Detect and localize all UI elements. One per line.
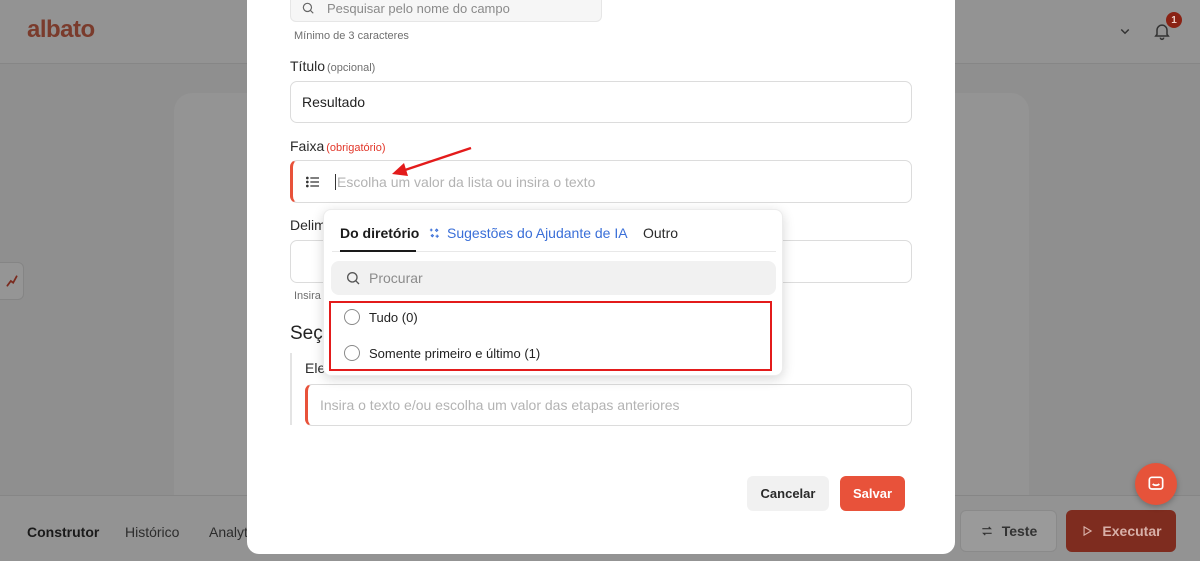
delimiter-field-label: Delim [290, 217, 326, 233]
title-input-value: Resultado [302, 94, 366, 110]
dropdown-search-placeholder: Procurar [369, 270, 423, 286]
test-button-label: Teste [1001, 523, 1038, 539]
dropdown-search-input[interactable]: Procurar [331, 261, 776, 295]
section-divider [290, 353, 292, 425]
cancel-button[interactable]: Cancelar [747, 476, 829, 511]
range-field-label: Faixa (obrigatório) [290, 138, 386, 154]
element-input-placeholder: Insira o texto e/ou escolha um valor das… [320, 397, 680, 413]
option-first-last[interactable]: Somente primeiro e último (1) [344, 345, 540, 361]
title-input[interactable]: Resultado [290, 81, 912, 123]
test-button[interactable]: Teste [960, 510, 1057, 552]
chat-icon [1148, 476, 1164, 490]
option-tudo[interactable]: Tudo (0) [344, 309, 418, 325]
save-button[interactable]: Salvar [840, 476, 905, 511]
play-icon [1083, 525, 1093, 537]
dropdown-tabs: Do diretório Sugestões do Ajudante de IA… [332, 210, 776, 252]
delimiter-helper-text: Insira [294, 290, 321, 302]
notification-badge: 1 [1166, 12, 1182, 28]
pen-icon [5, 275, 18, 287]
search-icon [302, 2, 314, 14]
run-button[interactable]: Executar [1066, 510, 1176, 552]
sparkle-icon [429, 227, 439, 238]
tab-other[interactable]: Outro [643, 225, 678, 241]
title-field-label: Título (opcional) [290, 58, 376, 74]
list-icon[interactable] [305, 174, 321, 190]
tab-analytics[interactable]: Analyt [209, 524, 248, 540]
highlighted-options-box: Tudo (0) Somente primeiro e último (1) [329, 301, 772, 371]
tab-construtor[interactable]: Construtor [27, 524, 99, 540]
active-tab-indicator [340, 250, 416, 252]
element-input[interactable]: Insira o texto e/ou escolha um valor das… [305, 384, 912, 426]
search-icon [347, 272, 360, 285]
range-input-placeholder: Escolha um valor da lista ou insira o te… [337, 173, 596, 190]
value-picker-dropdown: Do diretório Sugestões do Ajudante de IA… [323, 209, 783, 376]
option-label: Tudo (0) [369, 309, 418, 325]
text-caret [335, 173, 336, 190]
run-button-label: Executar [1102, 523, 1162, 539]
tab-ai-suggestions-label: Sugestões do Ajudante de IA [447, 225, 628, 241]
support-chat-button[interactable] [1135, 463, 1177, 505]
side-toggle-button[interactable] [0, 262, 24, 300]
radio-button[interactable] [344, 309, 360, 325]
albato-logo[interactable]: albato [27, 16, 95, 44]
field-search-input[interactable]: Pesquisar pelo nome do campo [290, 0, 602, 22]
field-search-placeholder: Pesquisar pelo nome do campo [327, 0, 510, 16]
required-tag: (obrigatório) [326, 142, 386, 154]
search-helper-text: Mínimo de 3 caracteres [294, 30, 409, 42]
radio-button[interactable] [344, 345, 360, 361]
option-label: Somente primeiro e último (1) [369, 345, 541, 361]
chevron-down-icon[interactable] [1116, 22, 1134, 40]
tab-directory[interactable]: Do diretório [340, 225, 419, 241]
range-input[interactable]: Escolha um valor da lista ou insira o te… [290, 160, 912, 203]
swap-icon [981, 526, 992, 536]
tab-ai-suggestions[interactable]: Sugestões do Ajudante de IA [428, 225, 628, 241]
optional-tag: (opcional) [327, 62, 376, 74]
tab-historico[interactable]: Histórico [125, 524, 179, 540]
section-title: Seç [290, 323, 323, 344]
